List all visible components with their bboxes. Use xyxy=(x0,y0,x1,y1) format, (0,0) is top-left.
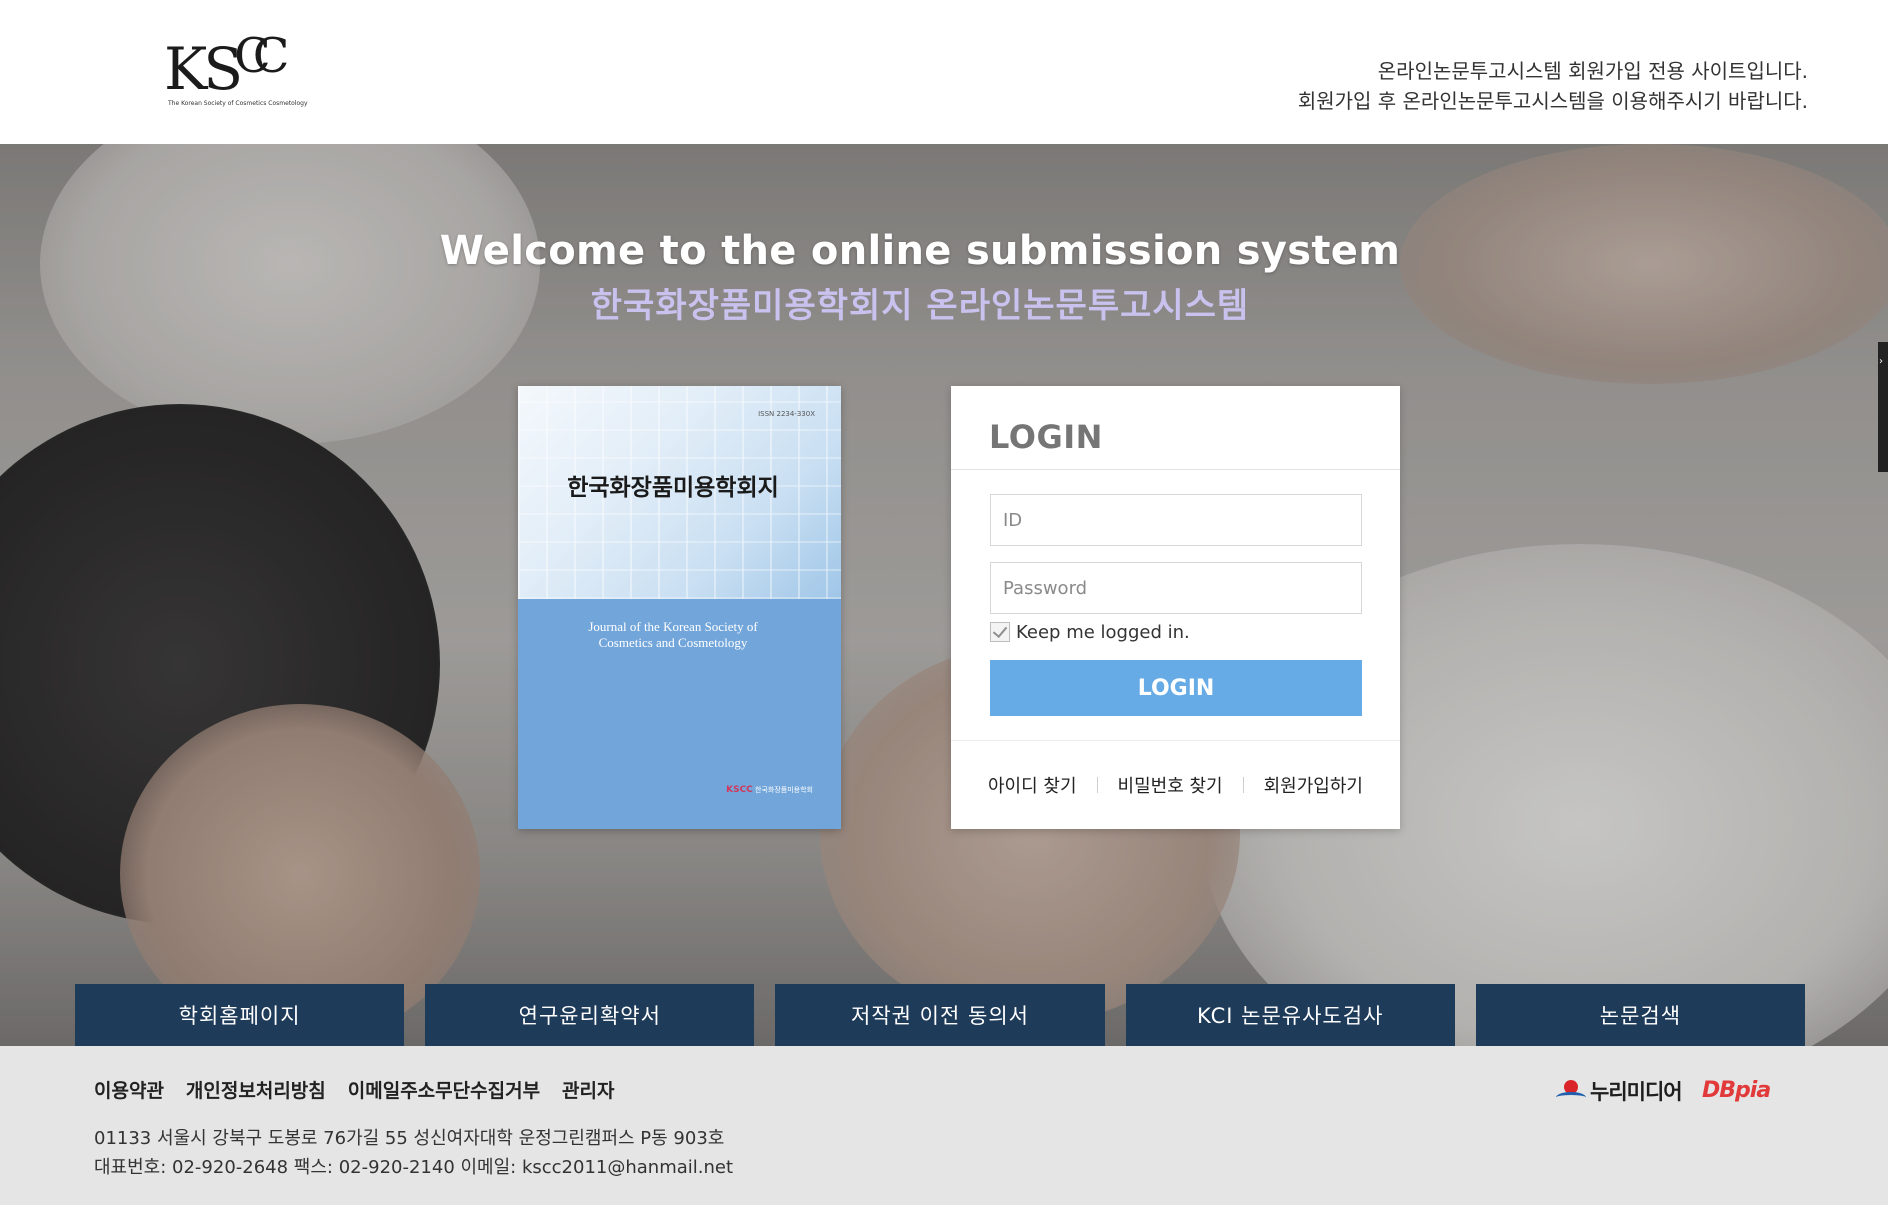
admin-link[interactable]: 관리자 xyxy=(562,1076,614,1103)
footer-contact: 대표번호: 02-920-2648 팩스: 02-920-2140 이메일: k… xyxy=(94,1157,734,1178)
site-footer: 이용약관 개인정보처리방침 이메일주소무단수집거부 관리자 01133 서울시 … xyxy=(0,1046,1888,1205)
footer-links: 이용약관 개인정보처리방침 이메일주소무단수집거부 관리자 xyxy=(94,1076,615,1103)
login-form: Keep me logged in. LOGIN xyxy=(951,470,1400,716)
id-input[interactable] xyxy=(990,494,1362,546)
footer-address: 01133 서울시 강북구 도봉로 76가길 55 성신여자대학 운정그린캠퍼스… xyxy=(94,1128,725,1149)
header-notice: 온라인논문투고시스템 회원가입 전용 사이트입니다. 회원가입 후 온라인논문투… xyxy=(1298,56,1808,116)
login-button[interactable]: LOGIN xyxy=(990,660,1362,716)
login-header: LOGIN xyxy=(951,386,1400,470)
site-header: KS CC The Korean Society of Cosmetics Co… xyxy=(0,0,1888,144)
keep-logged-in-checkbox[interactable] xyxy=(990,622,1010,642)
hero-title-en: Welcome to the online submission system xyxy=(439,228,1401,274)
notice-line-1: 온라인논문투고시스템 회원가입 전용 사이트입니다. xyxy=(1377,59,1808,83)
keep-logged-in-label[interactable]: Keep me logged in. xyxy=(1016,622,1190,643)
cover-publisher: KSCC 한국화장품미용학회 xyxy=(726,785,813,795)
email-collection-refusal-link[interactable]: 이메일주소무단수집거부 xyxy=(348,1076,540,1103)
copyright-transfer-button[interactable]: 저작권 이전 동의서 xyxy=(775,984,1105,1046)
side-scroll-handle[interactable]: › xyxy=(1878,342,1888,472)
cover-title-en-line-2: Cosmetics and Cosmetology xyxy=(598,635,748,650)
kci-similarity-check-button[interactable]: KCI 논문유사도검사 xyxy=(1125,984,1455,1046)
dbpia-partner-link[interactable]: DBpia xyxy=(1702,1078,1771,1103)
cover-publisher-mark: KSCC xyxy=(726,785,753,795)
cover-title-en-line-1: Journal of the Korean Society of xyxy=(588,619,758,634)
cover-issn: ISSN 2234-330X xyxy=(758,410,815,418)
password-input[interactable] xyxy=(990,562,1362,614)
notice-line-2: 회원가입 후 온라인논문투고시스템을 이용해주시기 바랍니다. xyxy=(1297,89,1808,113)
cover-bottom-panel: Journal of the Korean Society of Cosmeti… xyxy=(518,599,841,829)
quick-menu: 학회홈페이지 연구윤리확약서 저작권 이전 동의서 KCI 논문유사도검사 논문… xyxy=(75,984,1806,1046)
journal-cover: ISSN 2234-330X 한국화장품미용학회지 Journal of the… xyxy=(518,386,841,829)
footer-contact-info: 01133 서울시 강북구 도봉로 76가길 55 성신여자대학 운정그린캠퍼스… xyxy=(94,1124,733,1182)
society-homepage-button[interactable]: 학회홈페이지 xyxy=(75,984,405,1046)
cover-top-panel: ISSN 2234-330X 한국화장품미용학회지 xyxy=(518,386,841,599)
find-password-link[interactable]: 비밀번호 찾기 xyxy=(1098,772,1243,798)
research-ethics-pledge-button[interactable]: 연구윤리확약서 xyxy=(425,984,755,1046)
find-id-link[interactable]: 아이디 찾기 xyxy=(968,772,1097,798)
cover-publisher-name: 한국화장품미용학회 xyxy=(755,786,813,794)
login-title: LOGIN xyxy=(989,418,1103,456)
nurimedia-label: 누리미디어 xyxy=(1590,1080,1683,1104)
logo-letters: KS xyxy=(164,35,243,103)
nurimedia-partner-link[interactable]: 누리미디어 xyxy=(1556,1076,1683,1106)
hero-title: Welcome to the online submission system … xyxy=(0,228,1888,327)
hero-section: › Welcome to the online submission syste… xyxy=(0,144,1888,1046)
terms-link[interactable]: 이용약관 xyxy=(94,1076,164,1103)
cover-title-en: Journal of the Korean Society of Cosmeti… xyxy=(518,619,828,651)
hero-title-ko: 한국화장품미용학회지 온라인논문투고시스템 xyxy=(590,286,1250,326)
nurimedia-logo-icon xyxy=(1556,1080,1586,1102)
signup-link[interactable]: 회원가입하기 xyxy=(1244,772,1383,798)
logo-cc-letters: CC xyxy=(234,28,290,84)
keep-logged-in-row[interactable]: Keep me logged in. xyxy=(990,620,1362,644)
kscc-logo[interactable]: KS CC The Korean Society of Cosmetics Co… xyxy=(164,28,308,110)
paper-search-button[interactable]: 논문검색 xyxy=(1475,984,1806,1046)
account-links: 아이디 찾기 비밀번호 찾기 회원가입하기 xyxy=(951,740,1400,829)
login-panel: LOGIN Keep me logged in. LOGIN 아이디 찾기 비밀… xyxy=(951,386,1400,829)
chevron-right-icon: › xyxy=(1879,356,1883,367)
cover-title-ko: 한국화장품미용학회지 xyxy=(567,475,779,501)
privacy-policy-link[interactable]: 개인정보처리방침 xyxy=(186,1076,326,1103)
logo-subtitle: The Korean Society of Cosmetics Cosmetol… xyxy=(168,100,308,107)
